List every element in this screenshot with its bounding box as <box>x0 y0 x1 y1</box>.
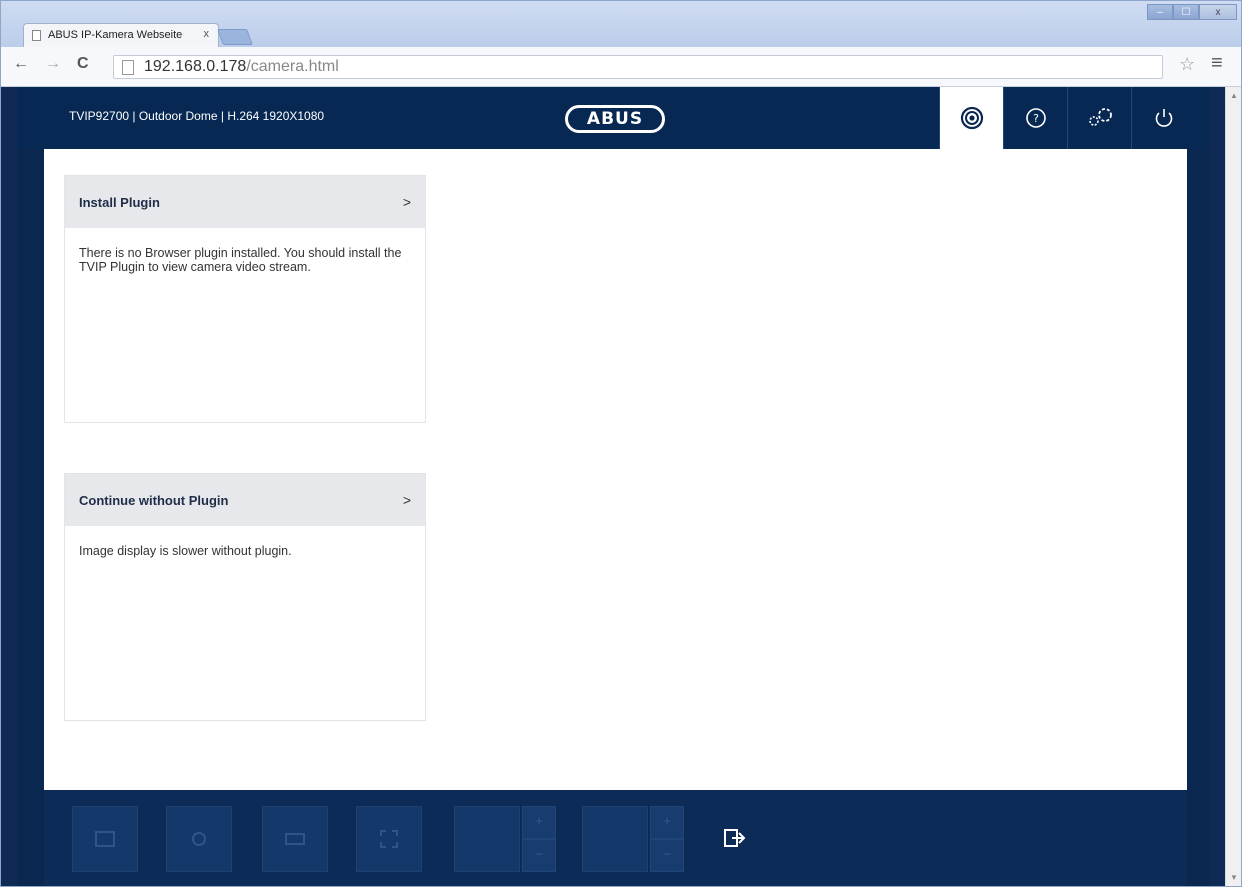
browser-tab[interactable]: ABUS IP-Kamera Webseite x <box>23 23 219 47</box>
live-view-icon <box>960 106 983 130</box>
main-content: Install Plugin > There is no Browser plu… <box>44 149 1187 790</box>
card-title: Install Plugin <box>79 194 160 210</box>
power-icon <box>1155 109 1172 127</box>
camera-app: TVIP92700 | Outdoor Dome | H.264 1920X10… <box>17 87 1209 886</box>
bookmark-star-icon[interactable]: ☆ <box>1179 54 1195 75</box>
browser-toolbar: ← → C 192.168.0.178/camera.html ☆ ≡ <box>1 47 1241 87</box>
control-button-1[interactable] <box>72 806 138 872</box>
record-icon <box>192 832 206 846</box>
app-header: TVIP92700 | Outdoor Dome | H.264 1920X10… <box>17 87 1209 149</box>
address-bar[interactable]: 192.168.0.178/camera.html <box>113 55 1163 79</box>
zoom-button[interactable] <box>454 806 520 872</box>
card-description: There is no Browser plugin installed. Yo… <box>79 246 402 275</box>
settings-button[interactable] <box>1067 87 1131 149</box>
focus-stepper: + − <box>650 806 684 872</box>
chevron-right-icon: > <box>402 492 411 508</box>
url-host: 192.168.0.178 <box>144 58 247 75</box>
settings-icon <box>1088 108 1112 126</box>
control-button-4[interactable] <box>356 806 422 872</box>
minimize-button[interactable]: – <box>1147 4 1173 20</box>
chevron-right-icon: > <box>402 194 411 210</box>
scroll-up-icon[interactable]: ▲ <box>1230 91 1238 100</box>
close-window-button[interactable]: x <box>1199 4 1237 20</box>
maximize-button[interactable]: ☐ <box>1173 4 1199 20</box>
control-button-3[interactable] <box>262 806 328 872</box>
zoom-minus-button[interactable]: − <box>522 839 556 872</box>
install-plugin-header[interactable]: Install Plugin > <box>65 176 425 228</box>
card-title: Continue without Plugin <box>79 492 229 508</box>
focus-plus-button[interactable]: + <box>650 806 684 839</box>
svg-text:?: ? <box>1033 112 1039 125</box>
back-arrow-icon[interactable]: ← <box>13 55 29 73</box>
url-path: /camera.html <box>246 58 339 75</box>
focus-minus-button[interactable]: − <box>650 839 684 872</box>
exit-icon <box>724 829 746 847</box>
page-icon <box>122 60 134 75</box>
abus-logo: ABUS <box>565 105 665 133</box>
vertical-scrollbar[interactable]: ▲ ▼ <box>1225 87 1241 886</box>
reload-icon[interactable]: C <box>77 55 89 73</box>
continue-without-plugin-header[interactable]: Continue without Plugin > <box>65 474 425 526</box>
help-icon: ? <box>1025 108 1046 128</box>
document-icon <box>32 30 41 41</box>
new-tab-button[interactable] <box>217 29 253 45</box>
menu-icon[interactable]: ≡ <box>1211 52 1223 75</box>
title-bar: ABUS IP-Kamera Webseite x – ☐ x <box>1 1 1241 47</box>
zoom-stepper: + − <box>522 806 556 872</box>
scroll-down-icon[interactable]: ▼ <box>1230 873 1238 882</box>
forward-arrow-icon[interactable]: → <box>45 55 61 73</box>
control-button-2[interactable] <box>166 806 232 872</box>
live-view-button[interactable] <box>939 87 1003 149</box>
zoom-plus-button[interactable]: + <box>522 806 556 839</box>
card-description: Image display is slower without plugin. <box>79 544 292 558</box>
snapshot-icon <box>95 831 115 847</box>
install-plugin-card: Install Plugin > There is no Browser plu… <box>64 175 426 423</box>
continue-without-plugin-card: Continue without Plugin > Image display … <box>64 473 426 721</box>
fullscreen-icon <box>380 830 398 848</box>
camera-model-label: TVIP92700 | Outdoor Dome | H.264 1920X10… <box>69 109 325 123</box>
exit-button[interactable] <box>724 828 746 853</box>
logout-power-button[interactable] <box>1131 87 1195 149</box>
help-button[interactable]: ? <box>1003 87 1067 149</box>
browser-window: ABUS IP-Kamera Webseite x – ☐ x ← → C 19… <box>0 0 1242 887</box>
stream-icon <box>285 833 305 845</box>
window-controls: – ☐ x <box>1147 4 1237 20</box>
control-bar: + − + − <box>44 790 1187 886</box>
page-viewport: TVIP92700 | Outdoor Dome | H.264 1920X10… <box>1 87 1241 886</box>
tab-title: ABUS IP-Kamera Webseite <box>48 29 183 41</box>
tab-close-icon[interactable]: x <box>204 28 210 40</box>
focus-button[interactable] <box>582 806 648 872</box>
